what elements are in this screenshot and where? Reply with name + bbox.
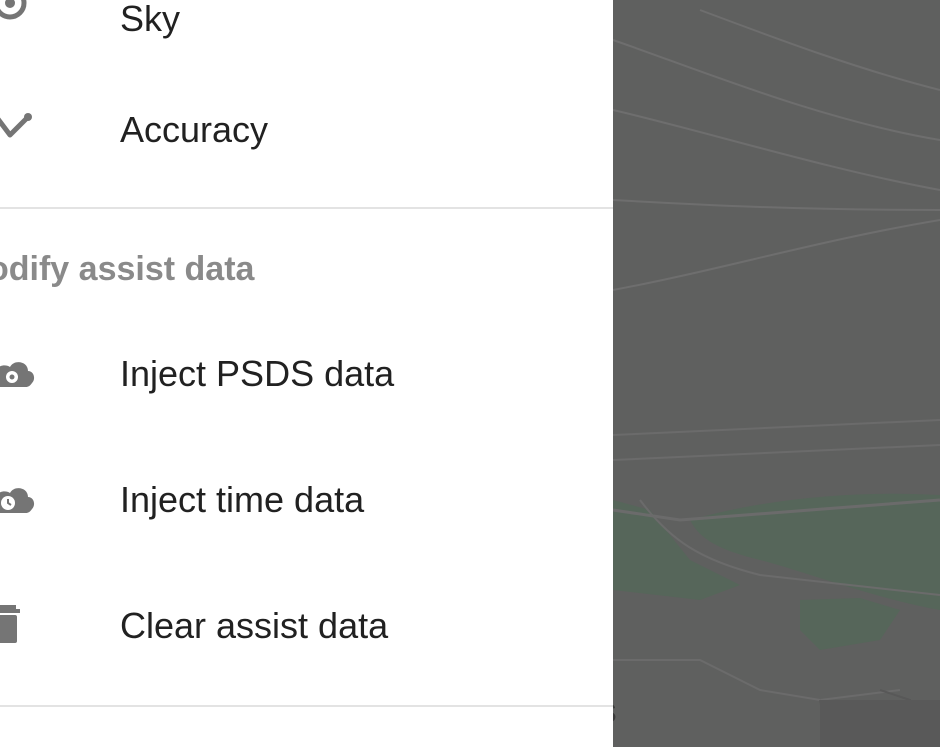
accuracy-icon — [0, 107, 36, 153]
drawer-item-accuracy[interactable]: Accuracy — [0, 67, 613, 187]
screen: ters Sky Accuracy odif — [0, 0, 940, 747]
cloud-clock-icon — [0, 477, 36, 523]
drawer-item-sky[interactable]: Sky — [0, 0, 613, 60]
section-header-assist: odify assist data — [0, 250, 255, 288]
drawer-item-inject-time[interactable]: Inject time data — [0, 439, 613, 559]
drawer-item-clear-assist[interactable]: Clear assist data — [0, 565, 613, 685]
cloud-settings-icon — [0, 351, 36, 397]
navigation-drawer: Sky Accuracy odify assist data Inject PS… — [0, 0, 613, 747]
drawer-item-inject-psds[interactable]: Inject PSDS data — [0, 313, 613, 433]
drawer-item-label: Clear assist data — [120, 605, 389, 646]
divider — [0, 705, 613, 707]
drawer-item-label: Inject time data — [120, 479, 365, 520]
sky-icon — [0, 0, 36, 26]
drawer-item-label: Accuracy — [120, 109, 269, 150]
drawer-item-label: Inject PSDS data — [120, 353, 395, 394]
divider — [0, 207, 613, 209]
drawer-item-label: Sky — [120, 0, 181, 39]
trash-icon — [0, 601, 36, 647]
